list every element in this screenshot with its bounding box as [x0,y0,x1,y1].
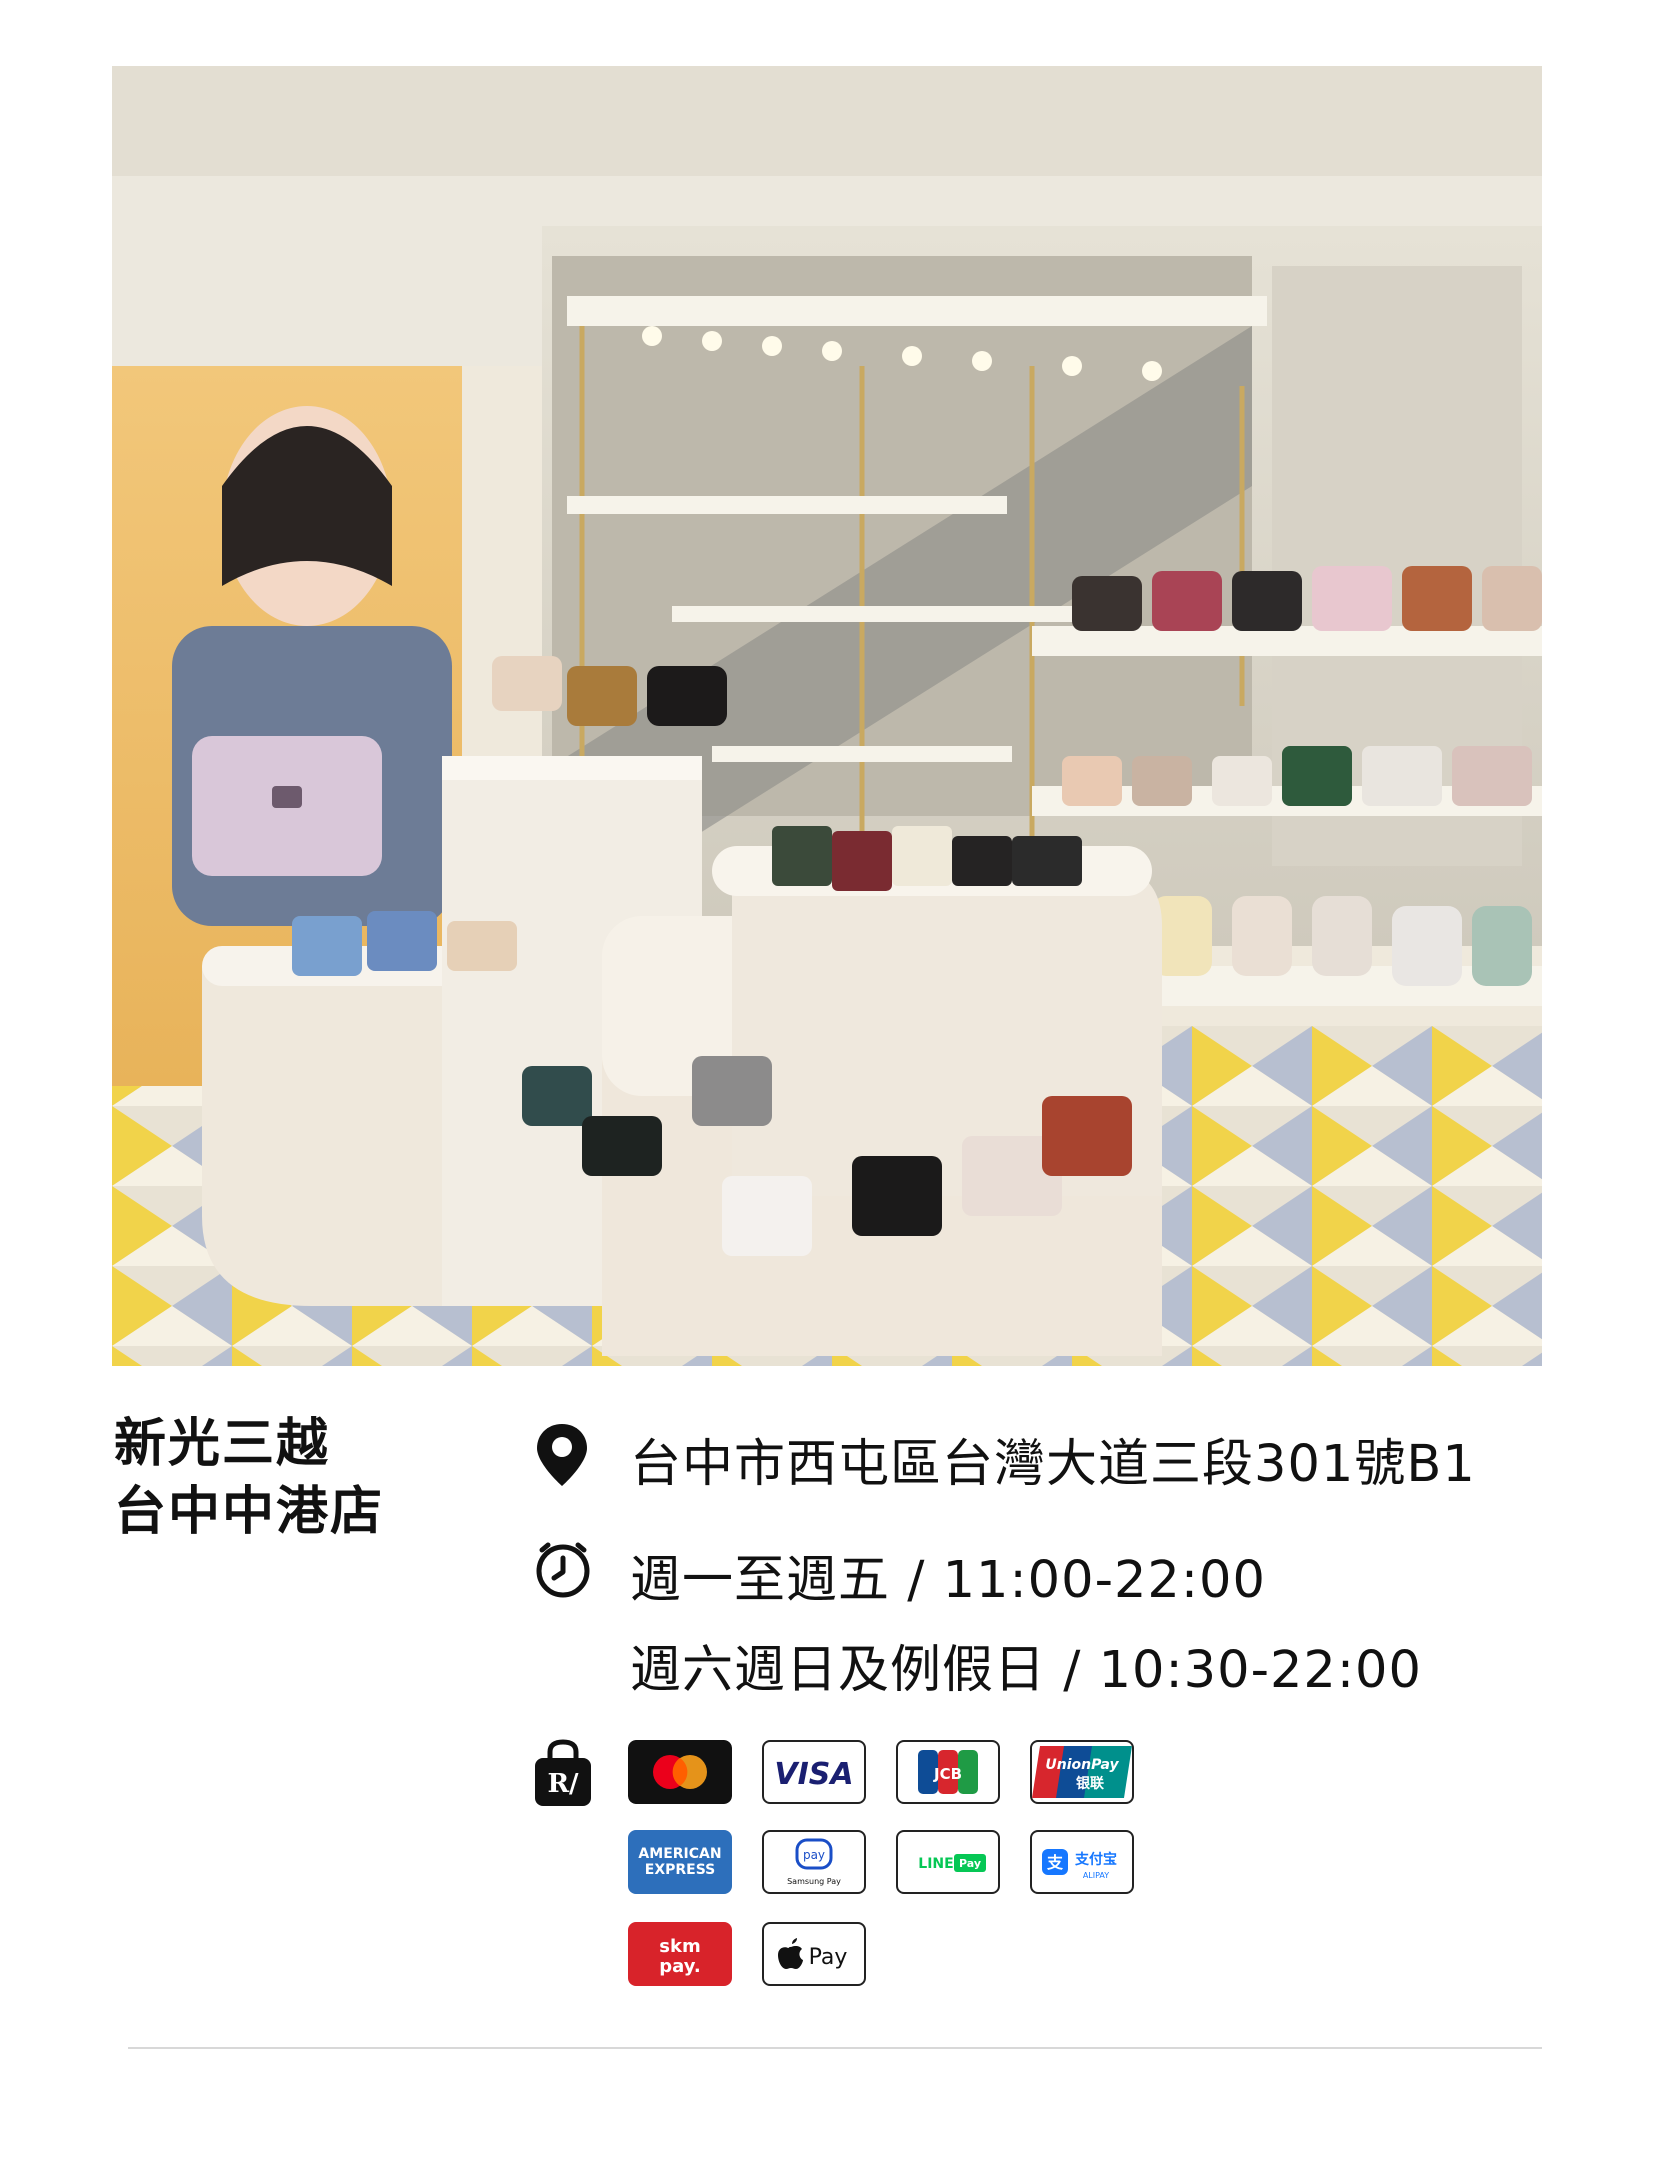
svg-text:R/: R/ [547,1769,579,1799]
mastercard-logo [628,1740,732,1804]
store-name-line1: 新光三越 [114,1414,331,1474]
line-pay-right-text: Pay [959,1857,981,1870]
line-pay-left-text: LINE [918,1856,953,1872]
alipay-cn-text: 支付宝 [1074,1851,1117,1868]
amex-logo: AMERICAN EXPRESS [628,1830,732,1894]
store-name-line2: 台中中港店 [114,1482,385,1542]
hours-weekday: 週一至週五 / 11:00-22:00 [630,1551,1266,1610]
unionpay-text: UnionPay [1045,1757,1119,1773]
visa-logo: VISA [762,1740,866,1804]
hours-weekend: 週六週日及例假日 / 10:30-22:00 [630,1641,1422,1700]
samsung-pay-text: Samsung Pay [787,1877,841,1886]
unionpay-cn-text: 银联 [1076,1775,1105,1792]
jcb-logo: JCB [896,1740,1000,1804]
location-pin-icon [532,1420,592,1490]
store-photo [112,66,1542,1366]
visa-text: VISA [774,1757,853,1792]
jcb-text: JCB [933,1765,962,1783]
svg-text:支: 支 [1046,1853,1064,1872]
unionpay-logo: UnionPay 银联 [1030,1740,1134,1804]
samsung-pay-top-text: pay [803,1848,825,1862]
store-name: 新光三越 台中中港店 [114,1410,474,1546]
skm-pay-text-line1: skm [659,1936,700,1957]
skm-pay-logo: skm pay. [628,1922,732,1986]
alipay-logo: 支 支付宝 ALIPAY [1030,1830,1134,1894]
amex-text-line1: AMERICAN [638,1846,721,1862]
apple-pay-logo: Pay [762,1922,866,1986]
alipay-en-text: ALIPAY [1083,1871,1109,1880]
line-pay-logo: LINE Pay [896,1830,1000,1894]
apple-pay-text: Pay [809,1945,848,1970]
shopping-bag-icon: R/ [532,1738,594,1808]
samsung-pay-logo: pay Samsung Pay [762,1830,866,1894]
store-interior-illustration [112,66,1542,1366]
clock-icon [532,1538,594,1600]
store-address: 台中市西屯區台灣大道三段301號B1 [630,1435,1476,1494]
amex-text-line2: EXPRESS [645,1862,716,1878]
skm-pay-text-line2: pay. [659,1956,700,1977]
bottom-divider [128,2047,1542,2049]
